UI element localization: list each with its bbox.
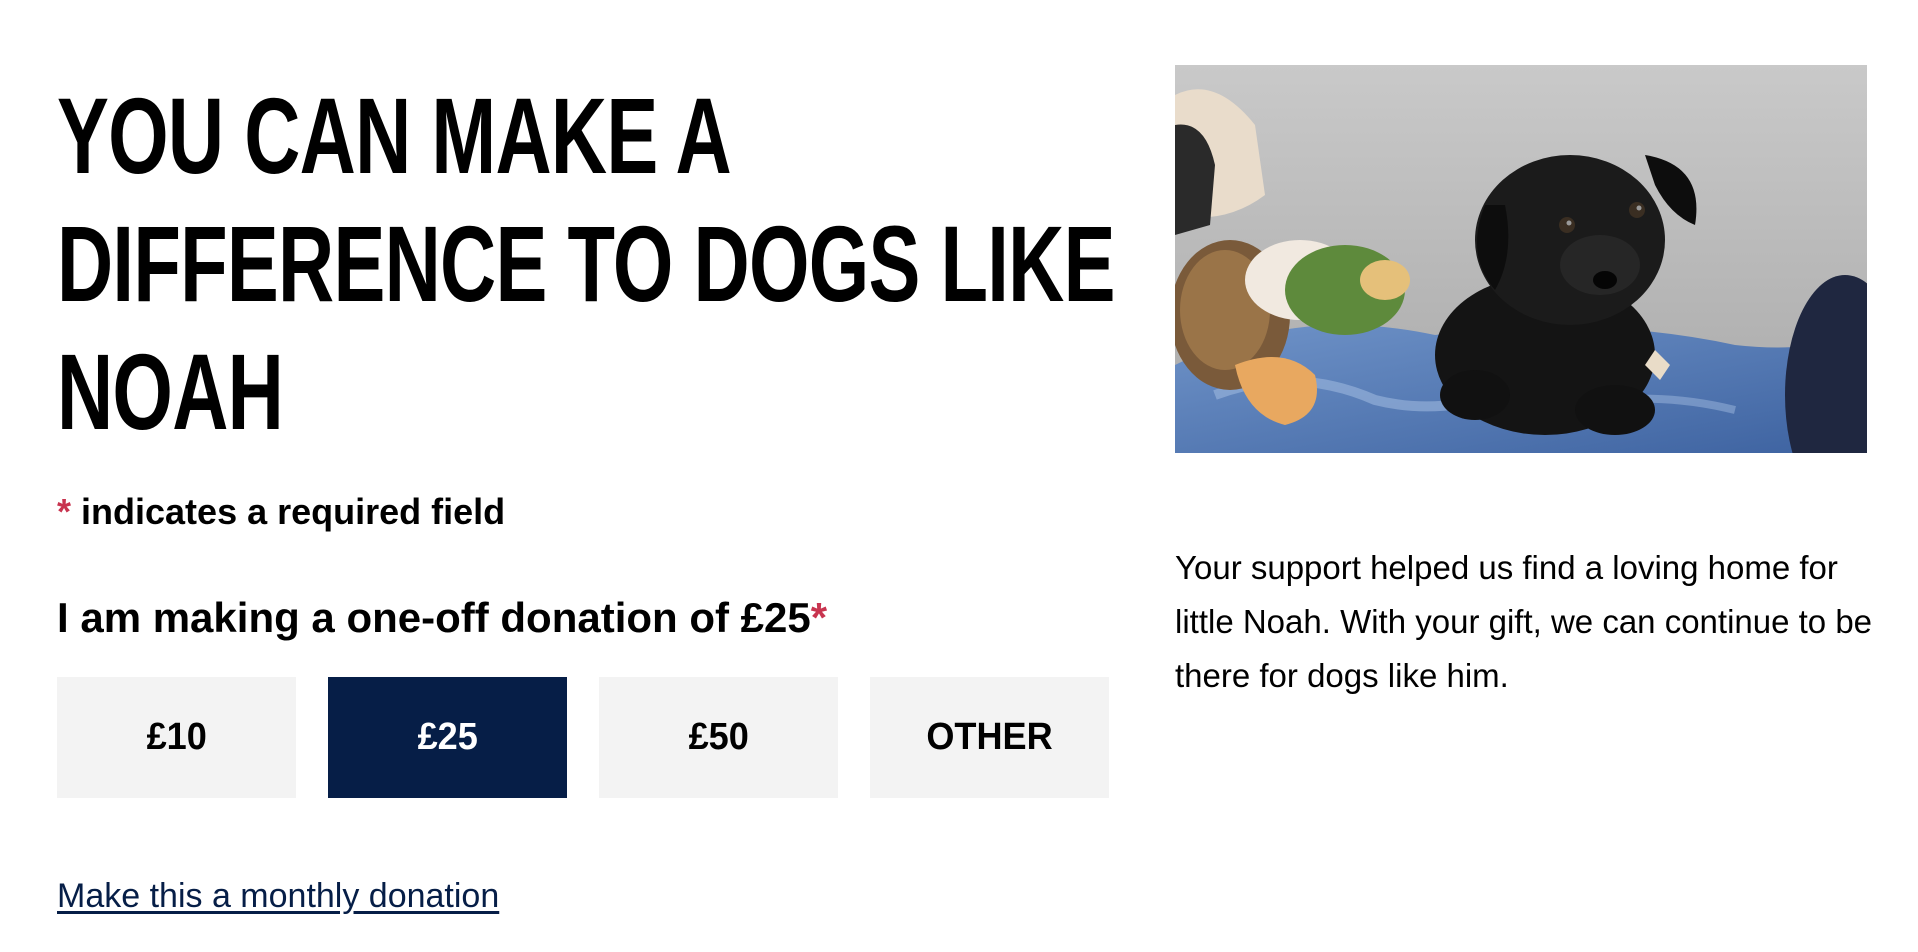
amount-button-10[interactable]: £10	[57, 677, 296, 798]
amount-options: £10 £25 £50 OTHER	[57, 677, 1113, 798]
amount-button-label: £25	[417, 716, 478, 758]
amount-button-label: £50	[688, 716, 749, 758]
puppy-photo-illustration	[1175, 65, 1867, 453]
amount-button-50[interactable]: £50	[599, 677, 838, 798]
required-note-text: indicates a required field	[81, 491, 506, 532]
page-title: YOU CAN MAKE A DIFFERENCE TO DOGS LIKE N…	[57, 72, 1115, 456]
required-field-note: * indicates a required field	[57, 490, 505, 534]
page-title-line-2: DIFFERENCE TO DOGS LIKE	[57, 203, 1115, 324]
amount-button-label: £10	[146, 716, 207, 758]
donation-label-text: I am making a one-off donation of £25	[57, 594, 811, 641]
page-title-line-3: NOAH	[57, 331, 284, 452]
page-title-line-1: YOU CAN MAKE A	[57, 75, 732, 196]
donation-amount-label: I am making a one-off donation of £25*	[57, 592, 827, 644]
monthly-donation-link[interactable]: Make this a monthly donation	[57, 874, 499, 918]
required-asterisk: *	[810, 594, 828, 641]
amount-button-label: OTHER	[926, 716, 1053, 758]
amount-button-other[interactable]: OTHER	[870, 677, 1109, 798]
puppy-photo	[1175, 65, 1867, 453]
amount-button-25[interactable]: £25	[328, 677, 567, 798]
required-asterisk: *	[57, 491, 72, 532]
noah-story-text: Your support helped us find a loving hom…	[1175, 549, 1873, 694]
